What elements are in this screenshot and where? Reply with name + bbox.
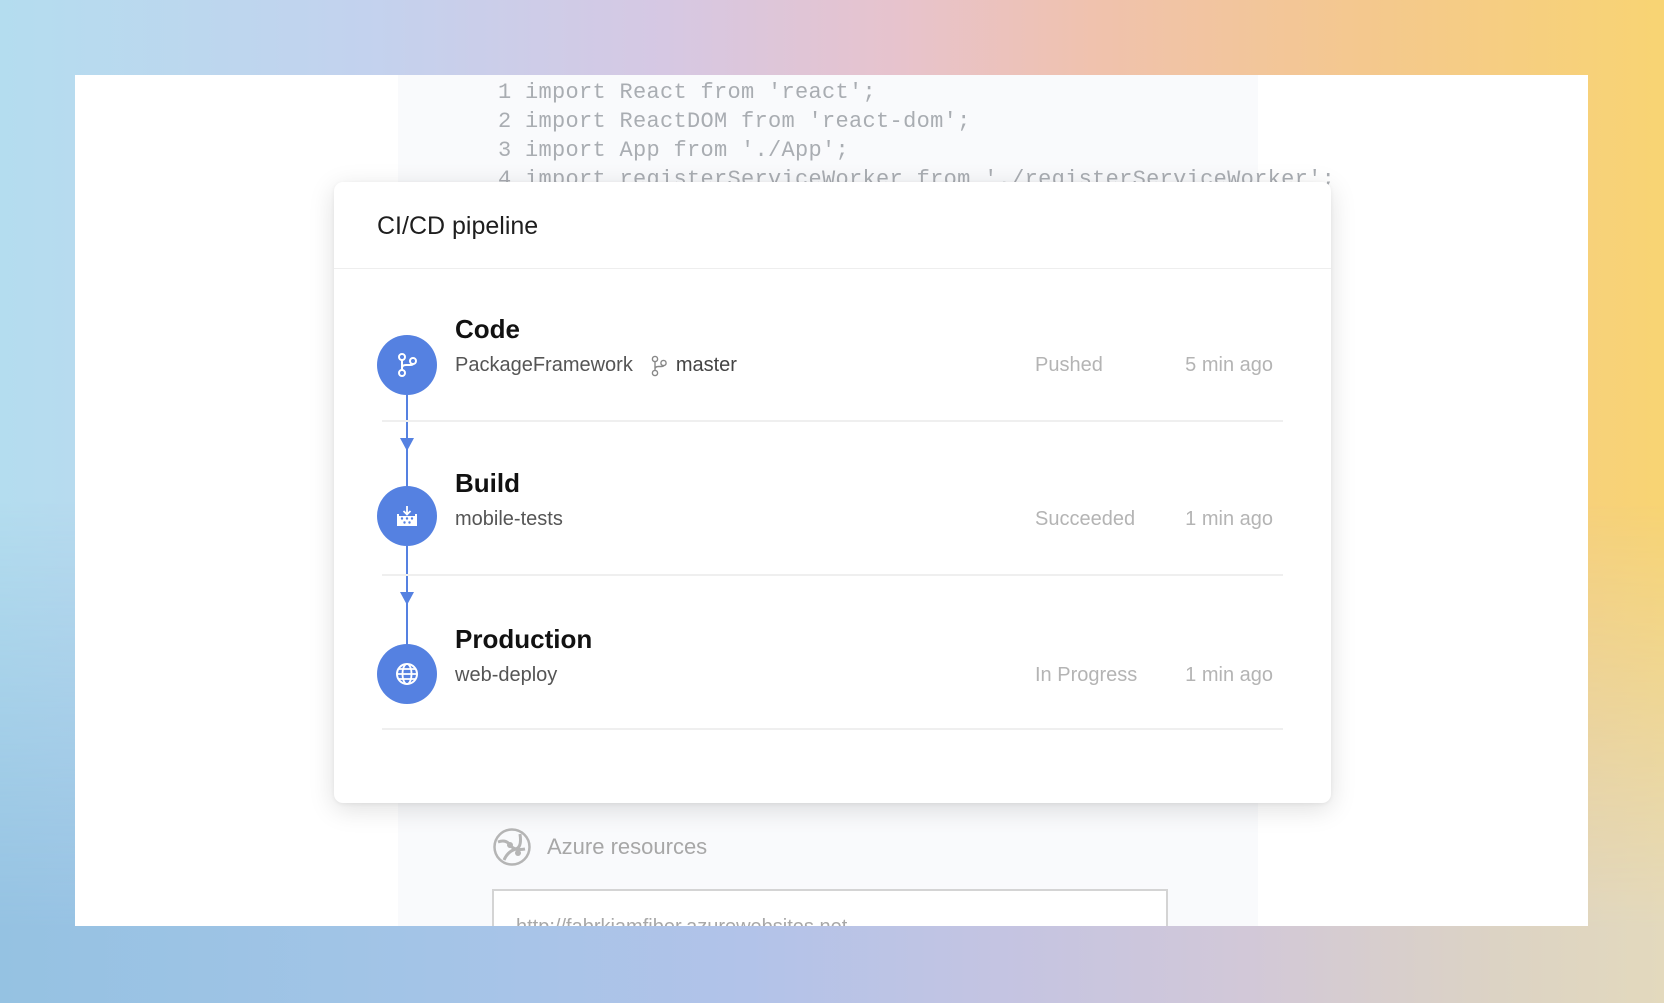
arrow-down-icon bbox=[400, 438, 414, 451]
arrow-down-icon bbox=[400, 592, 414, 605]
repo-name: PackageFramework bbox=[455, 354, 633, 376]
git-branch-icon bbox=[651, 355, 667, 377]
stage-build[interactable]: Build mobile-tests Succeeded 1 min ago bbox=[334, 468, 1331, 578]
stage-title: Production bbox=[455, 624, 593, 654]
card-title: CI/CD pipeline bbox=[377, 212, 539, 240]
stage-time: 1 min ago bbox=[1185, 508, 1273, 530]
pipeline-card: CI/CD pipeline Code PackageFramework mas… bbox=[334, 182, 1331, 803]
azure-resources-icon bbox=[492, 827, 532, 867]
azure-resources-label: Azure resources bbox=[547, 834, 708, 859]
row-divider bbox=[382, 728, 1283, 730]
azure-url-input[interactable] bbox=[492, 889, 1168, 926]
globe-icon bbox=[377, 644, 437, 704]
row-divider bbox=[382, 574, 1283, 576]
stage-status: Pushed bbox=[1035, 354, 1103, 376]
row-divider bbox=[382, 420, 1283, 422]
stage-subtitle: mobile-tests bbox=[455, 508, 563, 530]
stage-code[interactable]: Code PackageFramework master Pushed 5 mi… bbox=[334, 314, 1331, 424]
stage-subtitle: web-deploy bbox=[455, 664, 558, 686]
code-line: 3 import App from './App'; bbox=[498, 138, 850, 163]
azure-resources-header: Azure resources bbox=[492, 827, 707, 867]
stage-production[interactable]: Production web-deploy In Progress 1 min … bbox=[334, 624, 1331, 734]
build-icon bbox=[377, 486, 437, 546]
stage-time: 1 min ago bbox=[1185, 664, 1273, 686]
git-branch-icon bbox=[377, 335, 437, 395]
stage-status: Succeeded bbox=[1035, 508, 1136, 530]
stage-status: In Progress bbox=[1035, 664, 1138, 686]
stage-time: 5 min ago bbox=[1185, 354, 1273, 376]
code-line: 2 import ReactDOM from 'react-dom'; bbox=[498, 109, 971, 134]
card-header: CI/CD pipeline bbox=[334, 182, 1331, 269]
code-line: 1 import React from 'react'; bbox=[498, 80, 877, 105]
stage-title: Code bbox=[455, 314, 520, 344]
stage-title: Build bbox=[455, 468, 520, 498]
stage-subtitle: PackageFramework master bbox=[455, 354, 737, 377]
branch-name: master bbox=[675, 354, 737, 376]
